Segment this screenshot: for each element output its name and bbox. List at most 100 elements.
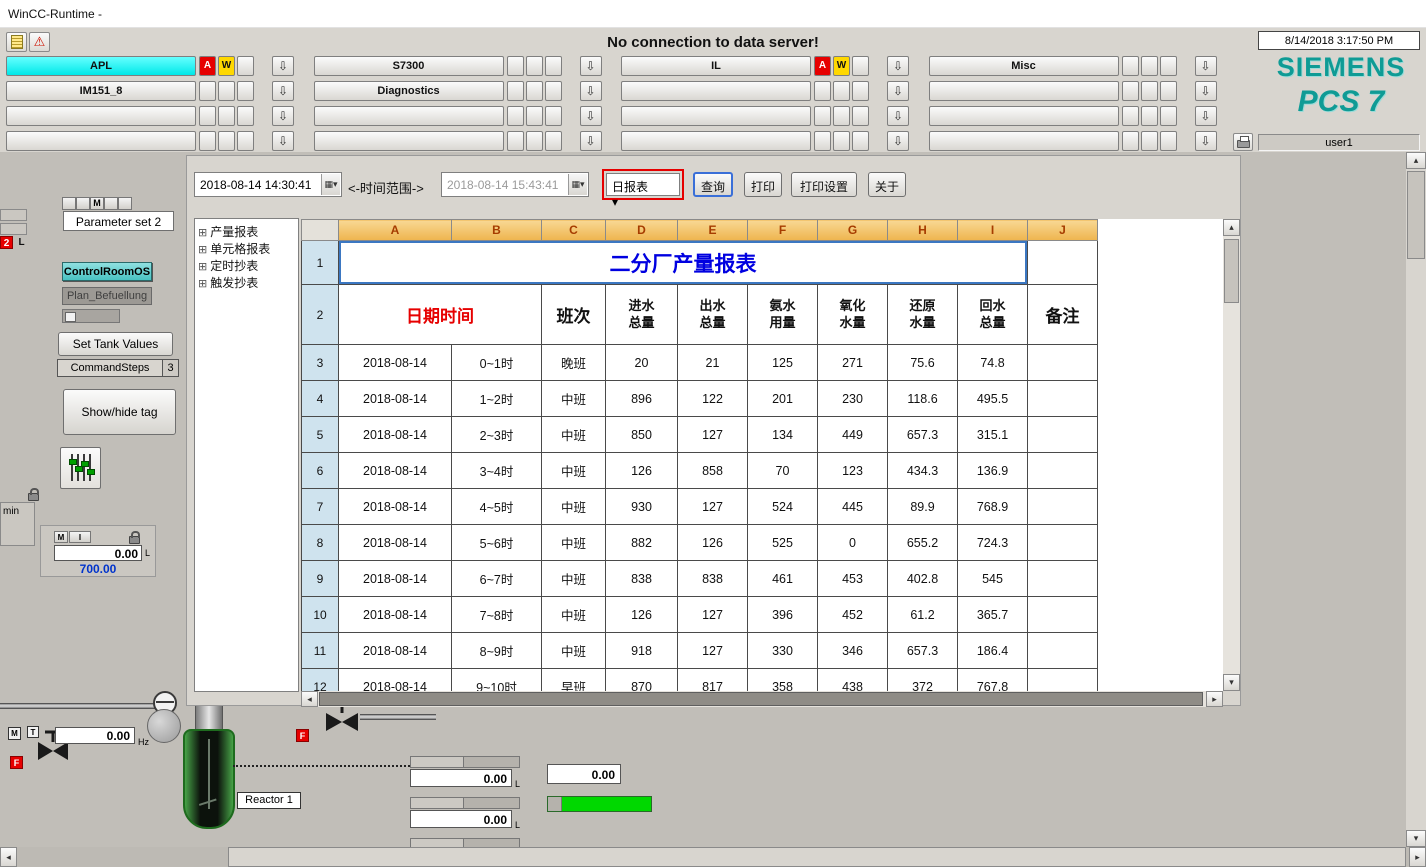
from-date-picker[interactable]: 2018-08-14 14:30:41 ▦▾ (194, 172, 342, 197)
cell[interactable]: 126 (606, 597, 678, 633)
scroll-right-button[interactable]: ▸ (1206, 691, 1223, 707)
toolbar-cell[interactable] (237, 131, 254, 151)
set-tank-values-button[interactable]: Set Tank Values (58, 332, 173, 356)
cell[interactable]: 0~1时 (452, 345, 542, 381)
toolbar-cell[interactable] (1160, 81, 1177, 101)
cell[interactable]: 20 (606, 345, 678, 381)
scrollbar-thumb[interactable] (228, 847, 1406, 867)
cell[interactable]: 365.7 (958, 597, 1028, 633)
calendar-dropdown-icon[interactable]: ▦▾ (321, 174, 340, 195)
cell[interactable]: 7~8时 (452, 597, 542, 633)
scroll-right-button[interactable]: ▸ (1409, 847, 1426, 867)
cell[interactable]: 2018-08-14 (339, 345, 452, 381)
toolbar-cell[interactable] (1160, 106, 1177, 126)
cell[interactable]: 2018-08-14 (339, 453, 452, 489)
expand-down-button[interactable]: ⇩ (272, 131, 294, 151)
cell[interactable] (1028, 241, 1098, 285)
scrollbar-thumb[interactable] (319, 692, 1203, 706)
cell[interactable]: 870 (606, 669, 678, 692)
main-horizontal-scrollbar[interactable]: ◂ ▸ (0, 847, 1426, 867)
toolbar-button[interactable] (929, 131, 1119, 151)
cell[interactable]: 930 (606, 489, 678, 525)
header-cell[interactable]: 氨水 用量 (748, 285, 818, 345)
cell[interactable]: 中班 (542, 561, 606, 597)
cell[interactable]: 767.8 (958, 669, 1028, 692)
cell[interactable]: 525 (748, 525, 818, 561)
toolbar-cell[interactable] (852, 131, 869, 151)
toolbar-button[interactable] (6, 131, 196, 151)
cell[interactable]: 817 (678, 669, 748, 692)
print-setup-button[interactable]: 打印设置 (791, 172, 857, 197)
cell[interactable] (1028, 345, 1098, 381)
scroll-up-button[interactable]: ▴ (1406, 152, 1426, 169)
cell[interactable]: 2~3时 (452, 417, 542, 453)
cell[interactable]: 230 (818, 381, 888, 417)
scroll-left-button[interactable]: ◂ (0, 847, 17, 867)
cell[interactable]: 5~6时 (452, 525, 542, 561)
cell[interactable]: 3~4时 (452, 453, 542, 489)
alarm-badge[interactable]: A (199, 56, 216, 76)
cell[interactable]: 330 (748, 633, 818, 669)
cell[interactable]: 657.3 (888, 633, 958, 669)
stepper-button[interactable] (62, 197, 76, 210)
cell[interactable]: 445 (818, 489, 888, 525)
toolbar-button[interactable] (929, 81, 1119, 101)
cell[interactable]: 434.3 (888, 453, 958, 489)
cell[interactable]: 453 (818, 561, 888, 597)
cell[interactable]: 918 (606, 633, 678, 669)
column-header-E[interactable]: E (678, 220, 748, 241)
toolbar-button[interactable]: IL (621, 56, 811, 76)
cell[interactable]: 358 (748, 669, 818, 692)
cell[interactable] (1028, 381, 1098, 417)
expand-down-button[interactable]: ⇩ (887, 81, 909, 101)
query-button[interactable]: 查询 (693, 172, 733, 197)
expand-down-button[interactable]: ⇩ (1195, 106, 1217, 126)
toolbar-cell[interactable] (545, 81, 562, 101)
row-number[interactable]: 1 (302, 241, 339, 285)
cell[interactable]: 中班 (542, 417, 606, 453)
cell[interactable]: 中班 (542, 597, 606, 633)
cell[interactable] (1028, 489, 1098, 525)
scroll-down-button[interactable]: ▾ (1406, 830, 1426, 847)
toolbar-cell[interactable] (1122, 131, 1139, 151)
stepper-button[interactable] (118, 197, 132, 210)
toolbar-cell[interactable] (545, 131, 562, 151)
cell[interactable]: 657.3 (888, 417, 958, 453)
header-cell[interactable]: 班次 (542, 285, 606, 345)
header-datetime-cell[interactable]: 日期时间 (339, 285, 542, 345)
pump-symbol[interactable] (147, 709, 181, 743)
cell[interactable]: 136.9 (958, 453, 1028, 489)
toolbar-cell[interactable] (545, 56, 562, 76)
expand-down-button[interactable]: ⇩ (272, 106, 294, 126)
about-button[interactable]: 关于 (868, 172, 906, 197)
chevron-down-icon[interactable]: ▾ (612, 195, 679, 209)
header-cell[interactable]: 备注 (1028, 285, 1098, 345)
expand-icon[interactable]: ⊞ (198, 277, 207, 290)
cell[interactable]: 4~5时 (452, 489, 542, 525)
cell[interactable]: 9~10时 (452, 669, 542, 692)
toolbar-button[interactable] (929, 106, 1119, 126)
row-number[interactable]: 3 (302, 345, 339, 381)
to-date-picker[interactable]: 2018-08-14 15:43:41 ▦▾ (441, 172, 589, 197)
row-number[interactable]: 10 (302, 597, 339, 633)
header-cell[interactable]: 氧化 水量 (818, 285, 888, 345)
cell[interactable]: 724.3 (958, 525, 1028, 561)
cell[interactable]: 201 (748, 381, 818, 417)
cell[interactable]: 118.6 (888, 381, 958, 417)
expand-icon[interactable]: ⊞ (198, 243, 207, 256)
toolbar-cell[interactable] (1122, 106, 1139, 126)
toolbar-button[interactable] (314, 106, 504, 126)
cell[interactable]: 中班 (542, 633, 606, 669)
show-hide-tag-button[interactable]: Show/hide tag (63, 389, 176, 435)
toolbar-cell[interactable] (852, 81, 869, 101)
toolbar-cell[interactable] (545, 106, 562, 126)
row-number[interactable]: 6 (302, 453, 339, 489)
cell[interactable]: 8~9时 (452, 633, 542, 669)
column-header-I[interactable]: I (958, 220, 1028, 241)
cell[interactable]: 2018-08-14 (339, 633, 452, 669)
toolbar-cell[interactable] (526, 56, 543, 76)
scrollbar-thumb[interactable] (1407, 171, 1425, 259)
toolbar-cell[interactable] (507, 81, 524, 101)
toolbar-cell[interactable] (199, 131, 216, 151)
expand-down-button[interactable]: ⇩ (1195, 81, 1217, 101)
